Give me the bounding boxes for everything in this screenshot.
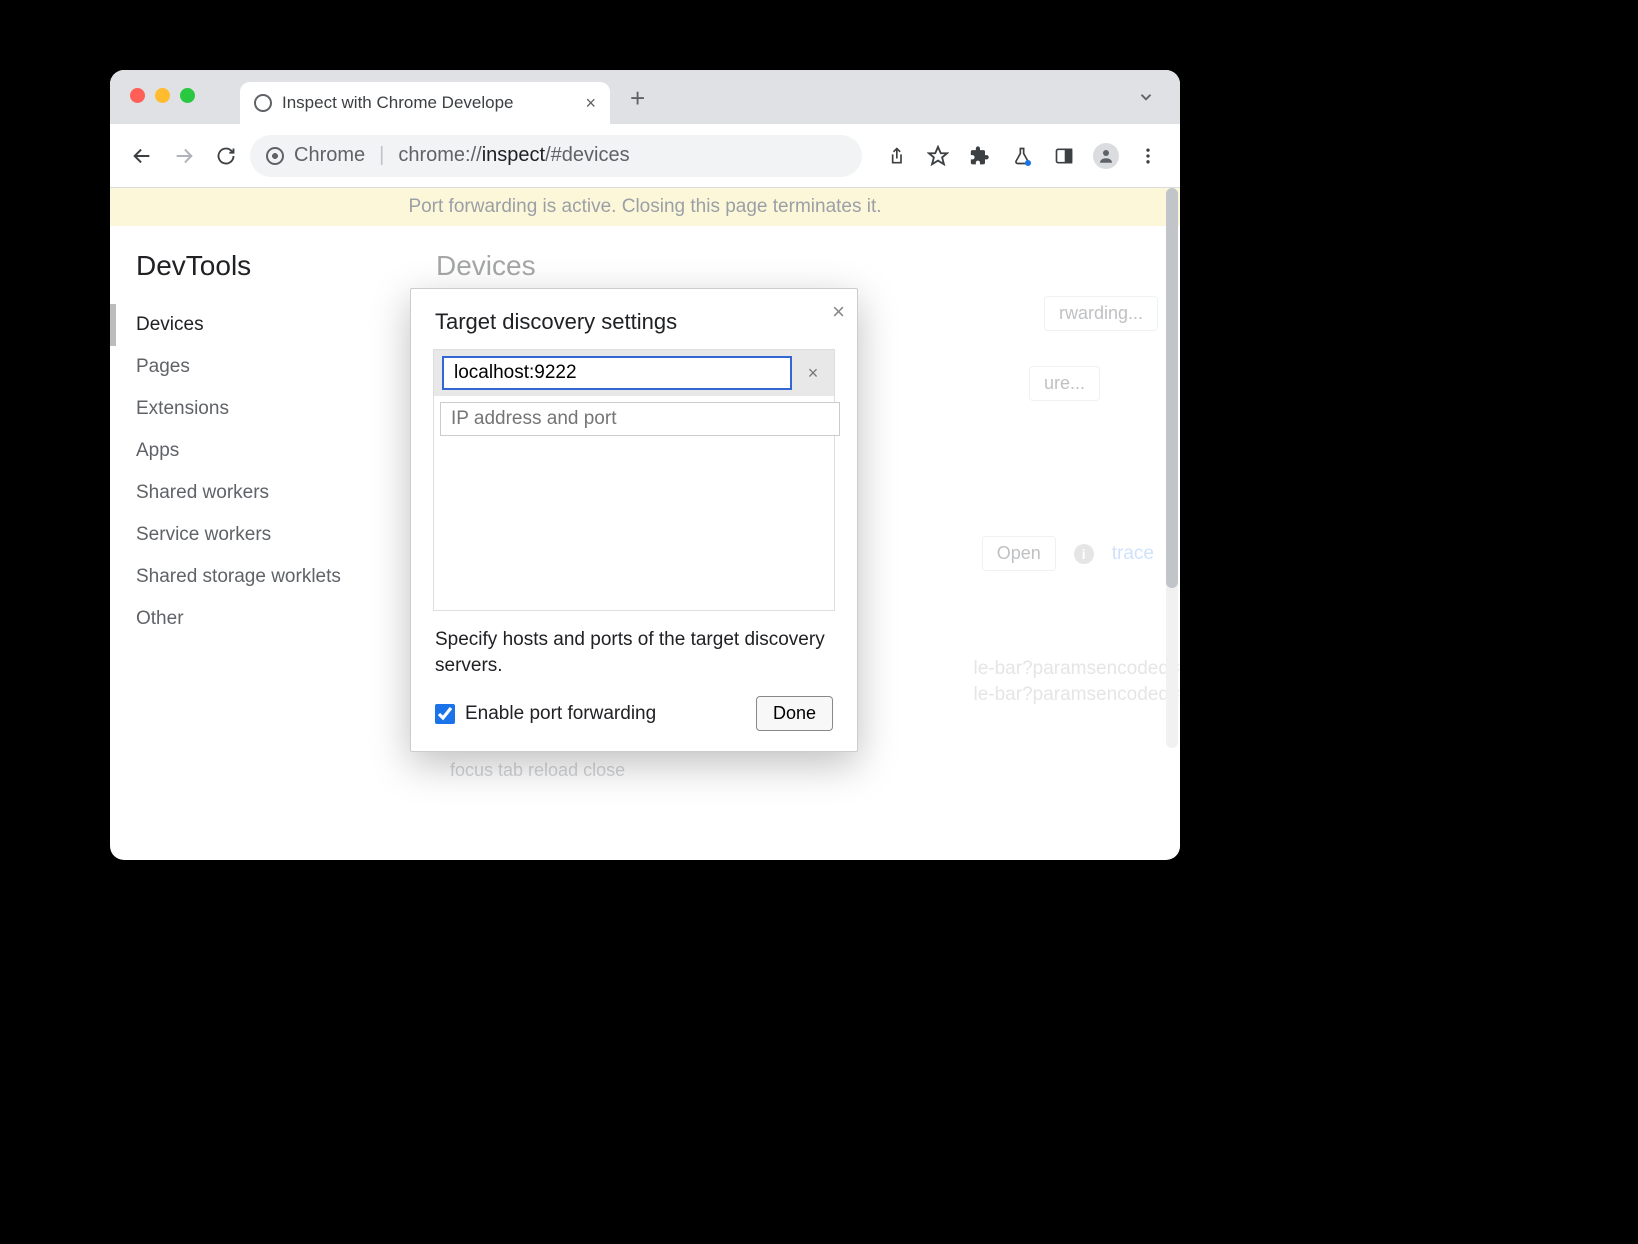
port-forwarding-button[interactable]: rwarding... — [1044, 296, 1158, 331]
sidebar-item-apps[interactable]: Apps — [136, 430, 406, 472]
sidebar: DevTools Devices Pages Extensions Apps S… — [110, 226, 406, 858]
modal-title: Target discovery settings — [411, 289, 857, 349]
port-forwarding-checkbox-label[interactable]: Enable port forwarding — [435, 703, 656, 725]
sidebar-item-shared-storage-worklets[interactable]: Shared storage worklets — [136, 556, 406, 598]
share-icon[interactable] — [878, 138, 914, 174]
reload-button[interactable] — [208, 138, 244, 174]
modal-hint: Specify hosts and ports of the target di… — [411, 627, 857, 678]
remove-target-icon[interactable]: × — [800, 360, 826, 386]
sidebar-item-devices[interactable]: Devices — [110, 304, 406, 346]
configure-button[interactable]: ure... — [1029, 366, 1100, 401]
omnibox-scheme-label: Chrome — [294, 144, 365, 167]
sidebar-item-shared-workers[interactable]: Shared workers — [136, 472, 406, 514]
globe-icon — [254, 94, 272, 112]
minimize-window-button[interactable] — [155, 88, 170, 103]
port-forwarding-banner: Port forwarding is active. Closing this … — [110, 188, 1180, 226]
port-forwarding-checkbox[interactable] — [435, 704, 455, 724]
tab-close-icon[interactable]: × — [585, 93, 596, 114]
sidebar-title: DevTools — [136, 250, 406, 282]
target-discovery-modal: × Target discovery settings × Specify ho… — [410, 288, 858, 752]
trace-link[interactable]: trace — [1112, 543, 1154, 565]
address-bar[interactable]: Chrome | chrome://inspect/#devices — [250, 135, 862, 177]
target-row: × — [434, 350, 834, 396]
target-address-input-empty[interactable] — [440, 402, 840, 436]
window-controls — [130, 88, 195, 103]
forward-button[interactable] — [166, 138, 202, 174]
background-url-text: le-bar?paramsencoded= le-bar?paramsencod… — [974, 656, 1181, 707]
sidebar-item-pages[interactable]: Pages — [136, 346, 406, 388]
open-button[interactable]: Open — [982, 536, 1056, 571]
chrome-icon — [266, 147, 284, 165]
target-address-input[interactable] — [442, 356, 792, 390]
sidebar-item-extensions[interactable]: Extensions — [136, 388, 406, 430]
browser-tab[interactable]: Inspect with Chrome Develope × — [240, 82, 610, 124]
kebab-menu-icon[interactable] — [1130, 138, 1166, 174]
modal-close-icon[interactable]: × — [832, 299, 845, 325]
bookmark-star-icon[interactable] — [920, 138, 956, 174]
sidebar-item-other[interactable]: Other — [136, 598, 406, 640]
maximize-window-button[interactable] — [180, 88, 195, 103]
tabs-dropdown-icon[interactable] — [1137, 88, 1155, 111]
sidebar-item-service-workers[interactable]: Service workers — [136, 514, 406, 556]
targets-list: × — [433, 349, 835, 611]
browser-window: Inspect with Chrome Develope × + Chrome … — [110, 70, 1180, 860]
background-actions: focus tab reload close — [450, 760, 625, 781]
titlebar: Inspect with Chrome Develope × + — [110, 70, 1180, 124]
close-window-button[interactable] — [130, 88, 145, 103]
profile-avatar[interactable] — [1088, 138, 1124, 174]
extensions-icon[interactable] — [962, 138, 998, 174]
scrollbar-thumb[interactable] — [1166, 188, 1178, 588]
done-button[interactable]: Done — [756, 696, 833, 731]
new-tab-button[interactable]: + — [630, 83, 645, 114]
scrollbar[interactable] — [1166, 188, 1178, 748]
labs-icon[interactable] — [1004, 138, 1040, 174]
info-icon: i — [1074, 544, 1094, 564]
main-heading: Devices — [436, 250, 1150, 282]
toolbar: Chrome | chrome://inspect/#devices — [110, 124, 1180, 188]
target-row-empty — [434, 396, 834, 442]
side-panel-icon[interactable] — [1046, 138, 1082, 174]
back-button[interactable] — [124, 138, 160, 174]
tab-title: Inspect with Chrome Develope — [282, 93, 575, 113]
